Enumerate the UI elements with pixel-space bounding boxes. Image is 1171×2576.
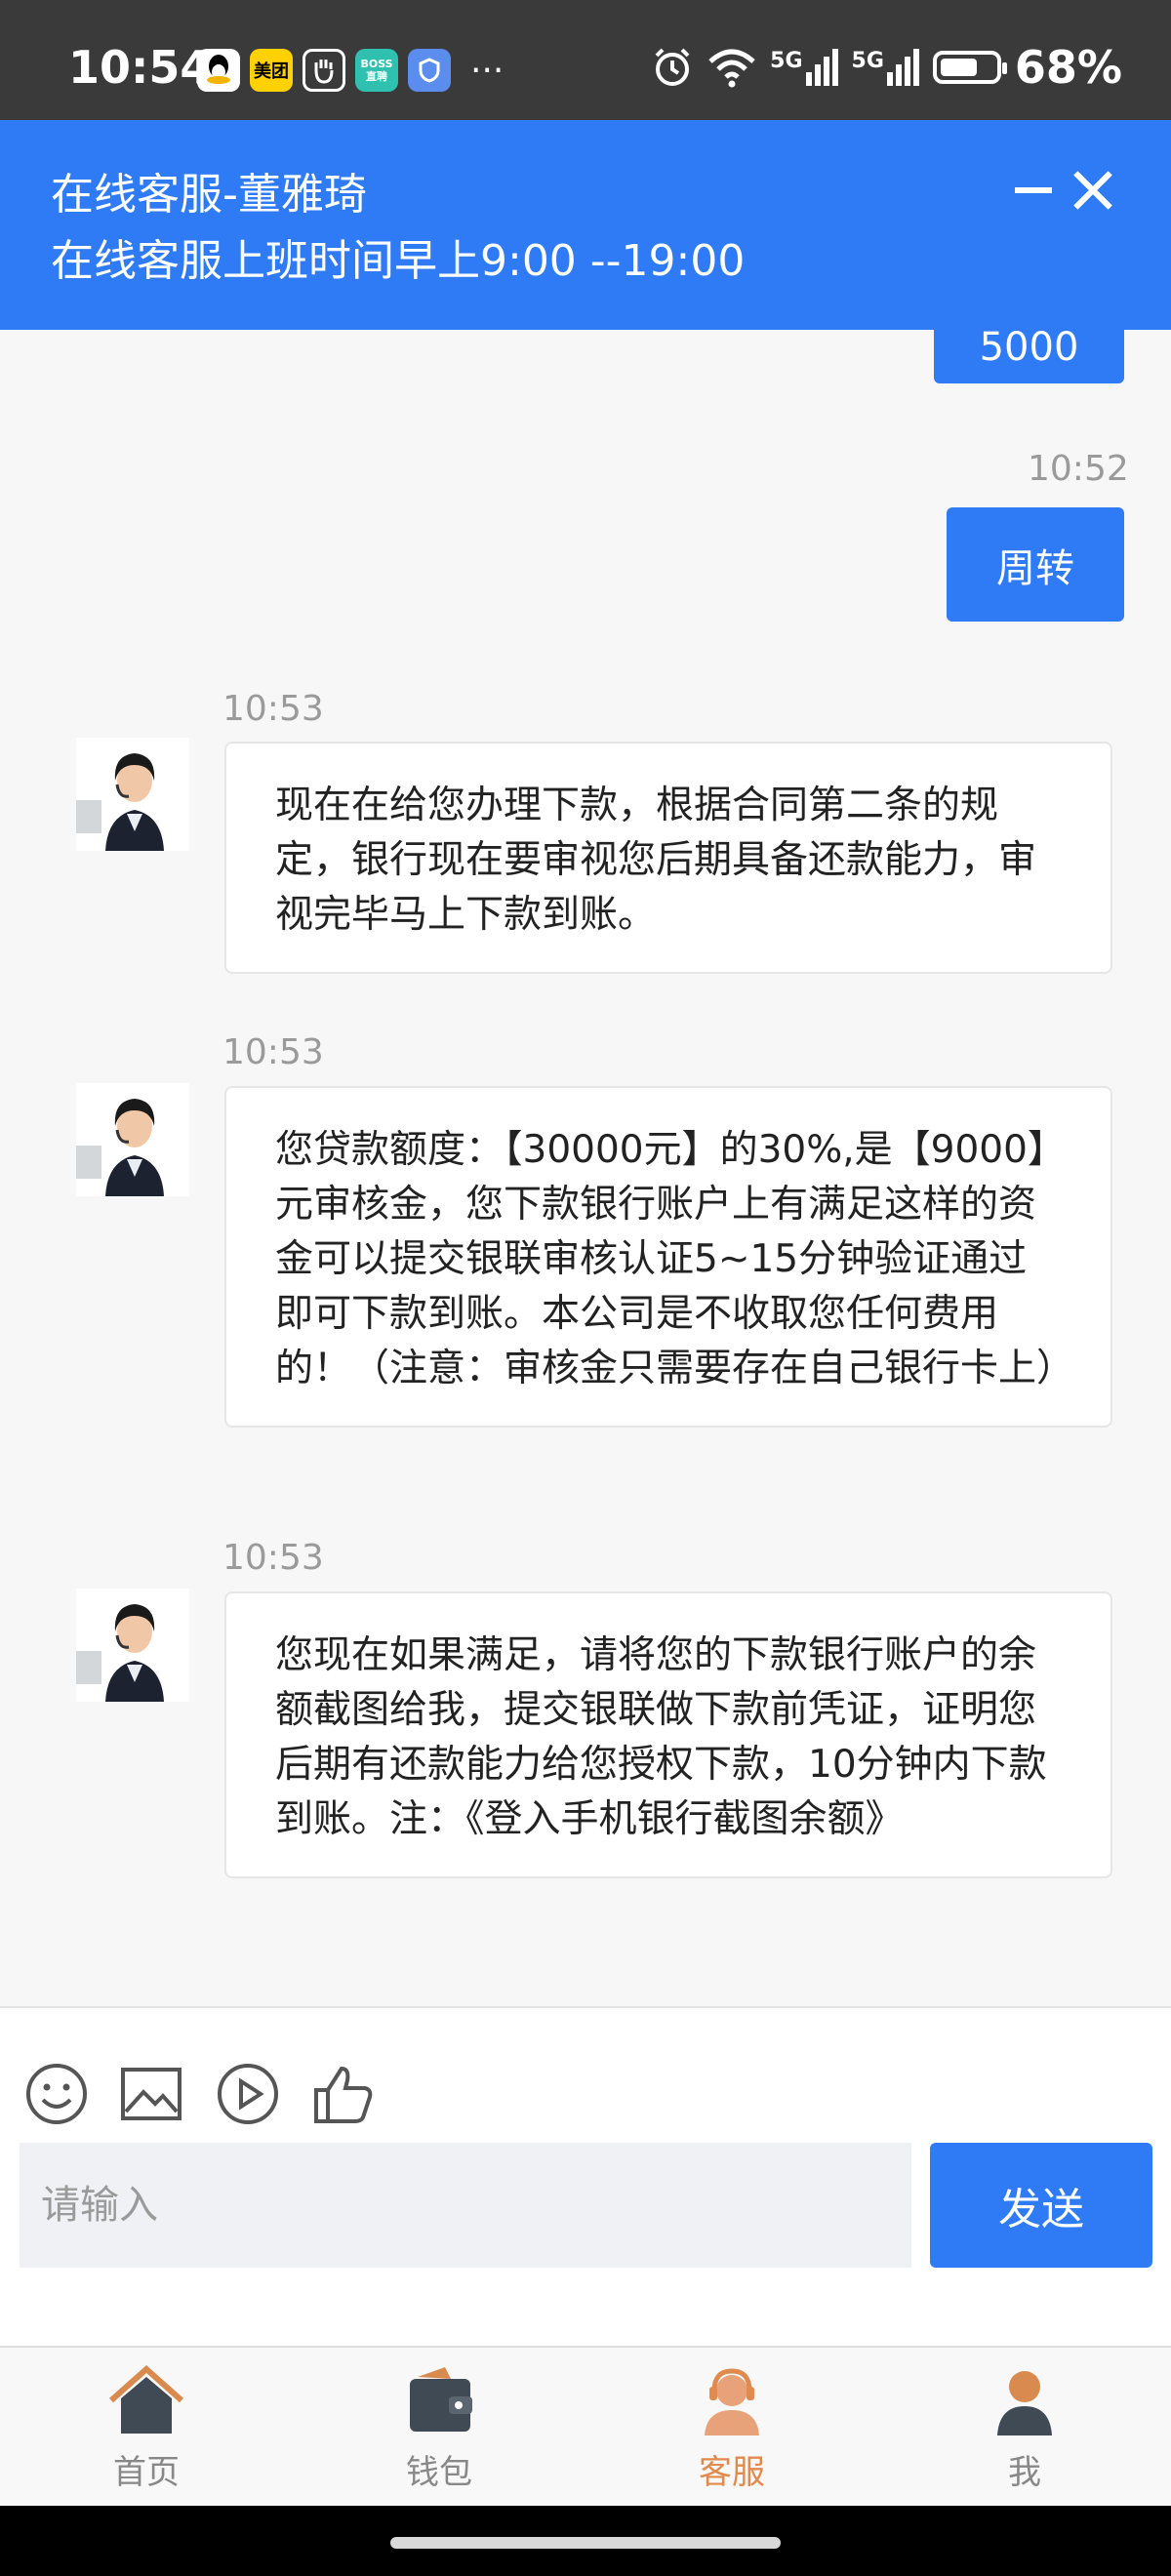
status-time: 10:54 [68, 41, 212, 94]
send-button[interactable]: 发送 [930, 2143, 1152, 2268]
nav-home[interactable]: 首页 [0, 2348, 293, 2508]
nav-me-label: 我 [1008, 2453, 1041, 2492]
battery-fill [940, 59, 977, 76]
nav-me[interactable]: 我 [878, 2348, 1171, 2508]
user-message-partial-text: 5000 [979, 330, 1079, 370]
agent-message-text: 您贷款额度：【30000元】的30%,是【9000】元审核金，您下款银行账户上有… [275, 1128, 1075, 1390]
alarm-icon [655, 48, 690, 86]
agent-avatar [76, 738, 189, 851]
network-type-1: 5G [770, 49, 803, 73]
emoji-icon[interactable] [25, 2063, 88, 2125]
agent-message-text: 您现在如果满足，请将您的下款银行账户的余额截图给我，提交银联做下款前凭证，证明您… [275, 1633, 1047, 1841]
more-notifications-icon: ··· [470, 50, 505, 91]
nav-customer-service-label: 客服 [699, 2453, 765, 2492]
close-icon[interactable] [1069, 167, 1117, 216]
battery-percent: 68% [1014, 41, 1122, 94]
boss-icon: BOSS直聘 [355, 49, 398, 92]
shield-app-icon [408, 49, 451, 92]
user-message-time: 10:52 [1028, 449, 1129, 489]
hand-icon [303, 49, 345, 92]
user-icon [997, 2371, 1052, 2435]
composer: 发送 [0, 2006, 1171, 2346]
home-indicator[interactable] [390, 2537, 781, 2549]
agent-avatar [76, 1083, 189, 1196]
gesture-bar [0, 2506, 1171, 2576]
chat-messages[interactable]: 5000 10:52 周转 10:53 现在在给您办理下款，根据合同第二条的规定… [0, 330, 1171, 2006]
thumbs-up-icon[interactable] [312, 2063, 375, 2125]
network-type-2: 5G [851, 49, 884, 73]
chat-header: 在线客服-董雅琦 在线客服上班时间早上9:00 --19:00 [0, 120, 1171, 330]
agent-message-time: 10:53 [222, 1538, 324, 1578]
nav-home-label: 首页 [113, 2453, 180, 2492]
nav-wallet-label: 钱包 [406, 2453, 472, 2492]
boss-label: BOSS直聘 [360, 58, 393, 83]
notification-icons: 美团 BOSS直聘 ··· [197, 49, 504, 92]
home-icon [109, 2364, 183, 2434]
signal-1-icon: 5G [770, 49, 838, 86]
message-input[interactable] [20, 2143, 911, 2268]
customer-service-icon [705, 2368, 759, 2435]
meituan-label: 美团 [254, 61, 289, 82]
wifi-icon [708, 49, 755, 88]
qq-icon [197, 49, 240, 92]
agent-message: 您贷款额度：【30000元】的30%,是【9000】元审核金，您下款银行账户上有… [224, 1086, 1112, 1428]
service-hours: 在线客服上班时间早上9:00 --19:00 [51, 236, 746, 286]
agent-message: 现在在给您办理下款，根据合同第二条的规定，银行现在要审视您后期具备还款能力，审视… [224, 742, 1112, 974]
user-message: 周转 [947, 507, 1124, 622]
nav-wallet[interactable]: 钱包 [293, 2348, 586, 2508]
agent-message: 您现在如果满足，请将您的下款银行账户的余额截图给我，提交银联做下款前凭证，证明您… [224, 1591, 1112, 1878]
agent-message-text: 现在在给您办理下款，根据合同第二条的规定，银行现在要审视您后期具备还款能力，审视… [275, 784, 1037, 937]
image-icon[interactable] [120, 2063, 182, 2125]
status-bar: 10:54 美团 BOSS直聘 ··· 5G 5G 68% [0, 0, 1171, 120]
agent-message-time: 10:53 [222, 689, 324, 729]
agent-message-time: 10:53 [222, 1032, 324, 1072]
agent-avatar [76, 1589, 189, 1702]
bottom-nav: 首页 钱包 客服 我 [0, 2346, 1171, 2506]
user-message-text: 周转 [996, 545, 1074, 591]
meituan-icon: 美团 [250, 49, 293, 92]
user-message-partial: 5000 [934, 330, 1124, 383]
status-right: 5G 5G 68% [651, 41, 1122, 94]
battery-icon [932, 51, 1007, 84]
wallet-icon [410, 2367, 472, 2432]
nav-customer-service[interactable]: 客服 [586, 2348, 878, 2508]
signal-2-icon: 5G [852, 49, 919, 86]
video-icon[interactable] [217, 2063, 279, 2125]
minimize-icon[interactable] [1015, 187, 1052, 193]
agent-title: 在线客服-董雅琦 [51, 170, 367, 220]
